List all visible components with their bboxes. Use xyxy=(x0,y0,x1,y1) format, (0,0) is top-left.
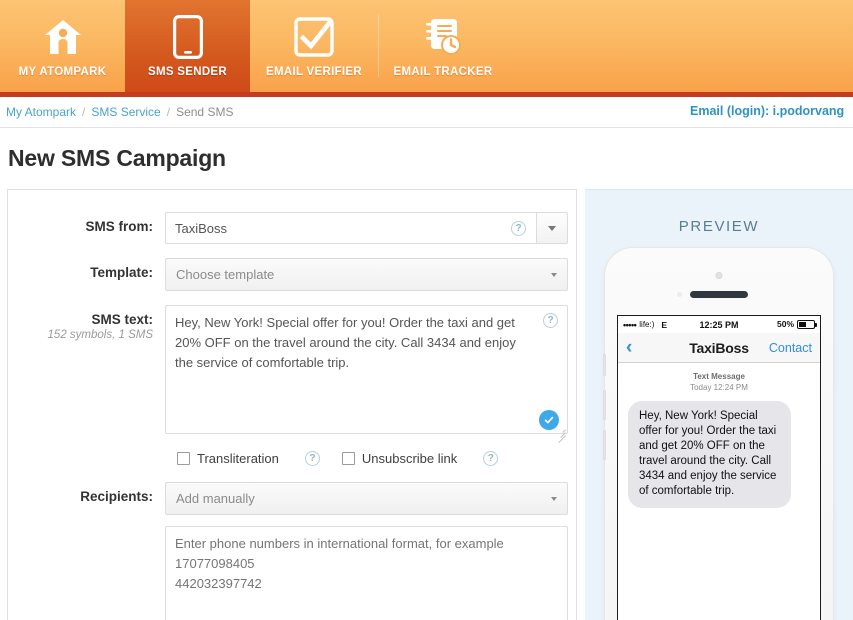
earpiece-speaker xyxy=(690,291,748,298)
battery-percent: 50% xyxy=(776,319,794,329)
recipients-textarea-wrap xyxy=(165,526,568,620)
main-navigation: MY ATOMPARK SMS SENDER EMAIL VERIFIER EM… xyxy=(0,0,853,97)
account-email-label[interactable]: Email (login): i.podorvang xyxy=(690,104,844,118)
nav-item-sms-sender[interactable]: SMS SENDER xyxy=(125,0,250,92)
battery-indicator: 50% xyxy=(776,319,817,329)
message-bubble: Hey, New York! Special offer for you! Or… xyxy=(628,401,791,508)
form-row-sms-from: SMS from: ? xyxy=(8,212,576,244)
nav-label: EMAIL VERIFIER xyxy=(266,66,362,78)
transliteration-checkbox[interactable] xyxy=(177,452,190,465)
nav-label: MY ATOMPARK xyxy=(18,66,107,78)
breadcrumb-separator: / xyxy=(166,105,171,119)
recipients-label: Recipients: xyxy=(80,489,153,504)
nav-item-my-atompark[interactable]: MY ATOMPARK xyxy=(0,0,125,92)
recipients-label-wrap: Recipients: xyxy=(8,482,165,620)
sms-from-label: SMS from: xyxy=(85,219,154,234)
unsubscribe-link-help-icon[interactable]: ? xyxy=(483,451,499,466)
nav-item-email-verifier[interactable]: EMAIL VERIFIER xyxy=(250,0,378,92)
sms-from-label-wrap: SMS from: xyxy=(8,212,165,244)
nav-label: SMS SENDER xyxy=(147,66,228,78)
recipients-mode-value: Add manually xyxy=(176,491,255,506)
sms-from-input-group: ? xyxy=(165,212,568,244)
chevron-down-icon xyxy=(548,225,556,231)
front-camera-icon xyxy=(715,272,723,279)
message-timestamp: Today 12:24 PM xyxy=(690,383,748,392)
recipients-textarea[interactable] xyxy=(165,526,568,620)
proximity-sensor-icon xyxy=(677,292,682,297)
form-row-recipients: Recipients: Add manually xyxy=(8,482,576,620)
checkbox-check-icon xyxy=(294,14,334,60)
phone-mockup: ••••• life:) E 12:25 PM 50% ‹ TaxiBoss C… xyxy=(603,248,833,620)
phone-nav-bar: ‹ TaxiBoss Contact xyxy=(618,333,820,363)
preview-panel: PREVIEW ••••• life:) E 12:25 PM 50% ‹ Ta… xyxy=(585,189,853,620)
sms-from-input[interactable] xyxy=(165,212,536,244)
template-select-value: Choose template xyxy=(176,267,275,282)
phone-status-bar: ••••• life:) E 12:25 PM 50% xyxy=(618,316,820,333)
battery-icon xyxy=(797,319,817,329)
sms-from-field-wrap: ? xyxy=(165,212,568,244)
sms-text-label-wrap: SMS text: 152 symbols, 1 SMS xyxy=(8,305,165,439)
template-label: Template: xyxy=(90,265,153,280)
nav-label: EMAIL TRACKER xyxy=(393,66,493,78)
template-select[interactable]: Choose template xyxy=(165,258,568,291)
form-row-sms-text: SMS text: 152 symbols, 1 SMS ? xyxy=(8,305,576,444)
preview-title: PREVIEW xyxy=(678,218,760,235)
chevron-down-icon xyxy=(551,497,557,501)
breadcrumb-bar: My Atompark / SMS Service / Send SMS Ema… xyxy=(0,97,853,128)
unsubscribe-link-label[interactable]: Unsubscribe link xyxy=(362,451,457,466)
sms-options-row: Transliteration ? Unsubscribe link ? xyxy=(177,451,576,466)
breadcrumb-item-my-atompark[interactable]: My Atompark xyxy=(6,105,76,119)
breadcrumb-item-sms-service[interactable]: SMS Service xyxy=(91,105,160,119)
sms-from-dropdown-button[interactable] xyxy=(536,212,568,244)
recipients-mode-select[interactable]: Add manually xyxy=(165,482,568,515)
sms-text-help-icon[interactable]: ? xyxy=(543,313,558,328)
sms-text-textarea[interactable] xyxy=(165,305,568,434)
message-list: Text Message Today 12:24 PM Hey, New Yor… xyxy=(618,363,820,508)
sms-from-help-icon[interactable]: ? xyxy=(511,221,526,236)
volume-up-button xyxy=(603,390,606,420)
breadcrumb: My Atompark / SMS Service / Send SMS xyxy=(6,105,233,119)
template-field-wrap: Choose template xyxy=(165,258,568,291)
nav-empty-space xyxy=(507,0,853,92)
sms-campaign-form: SMS from: ? Template: xyxy=(7,189,577,620)
sms-text-valid-check-icon xyxy=(539,410,559,430)
notebook-clock-icon xyxy=(422,14,464,60)
mobile-phone-icon xyxy=(172,14,203,60)
home-icon xyxy=(43,14,83,60)
silent-switch xyxy=(603,354,606,376)
sms-text-field-wrap: ? xyxy=(165,305,568,444)
sms-text-label: SMS text: xyxy=(91,312,153,327)
sms-text-counter: 152 symbols, 1 SMS xyxy=(47,329,153,341)
volume-down-button xyxy=(603,430,606,460)
chevron-down-icon xyxy=(551,273,557,277)
phone-screen: ••••• life:) E 12:25 PM 50% ‹ TaxiBoss C… xyxy=(617,315,821,620)
nav-item-email-tracker[interactable]: EMAIL TRACKER xyxy=(379,0,507,92)
transliteration-help-icon[interactable]: ? xyxy=(304,451,320,466)
template-label-wrap: Template: xyxy=(8,258,165,291)
breadcrumb-item-send-sms: Send SMS xyxy=(176,105,234,119)
form-row-template: Template: Choose template xyxy=(8,258,576,291)
message-meta: Text Message Today 12:24 PM xyxy=(628,371,810,393)
message-kind: Text Message xyxy=(693,372,745,381)
contact-button[interactable]: Contact xyxy=(769,341,812,355)
recipients-field-wrap: Add manually xyxy=(165,482,568,620)
transliteration-label[interactable]: Transliteration xyxy=(197,451,279,466)
page-title: New SMS Campaign xyxy=(8,145,226,171)
unsubscribe-link-checkbox[interactable] xyxy=(341,452,355,465)
main-content: SMS from: ? Template: xyxy=(0,189,853,620)
breadcrumb-separator: / xyxy=(82,105,86,119)
